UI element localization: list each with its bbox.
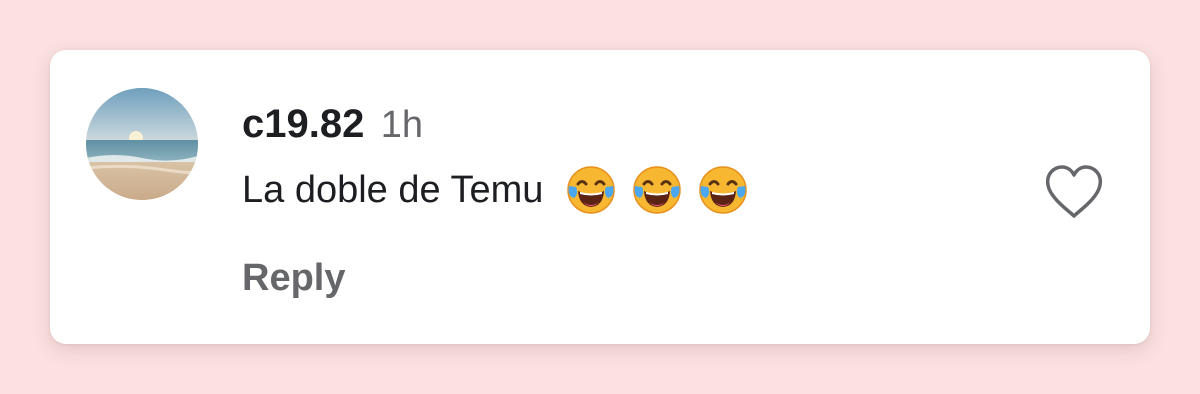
emoji-group (565, 164, 763, 216)
comment-body: La doble de Temu (242, 164, 763, 216)
comment-header: c19.82 1h (242, 102, 423, 155)
beach-sunset-avatar-icon (86, 88, 198, 200)
like-button[interactable] (1042, 162, 1106, 222)
username[interactable]: c19.82 (242, 102, 364, 146)
reply-button[interactable]: Reply (242, 254, 345, 302)
face-with-tears-of-joy-icon (565, 164, 617, 216)
face-with-tears-of-joy-icon (697, 164, 749, 216)
avatar[interactable] (86, 88, 198, 200)
comment-text: La doble de Temu (242, 169, 544, 211)
heart-outline-icon (1045, 165, 1103, 218)
timestamp[interactable]: 1h (381, 104, 423, 146)
face-with-tears-of-joy-icon (631, 164, 683, 216)
comment-card: c19.82 1h La doble de Temu Reply (50, 50, 1150, 344)
